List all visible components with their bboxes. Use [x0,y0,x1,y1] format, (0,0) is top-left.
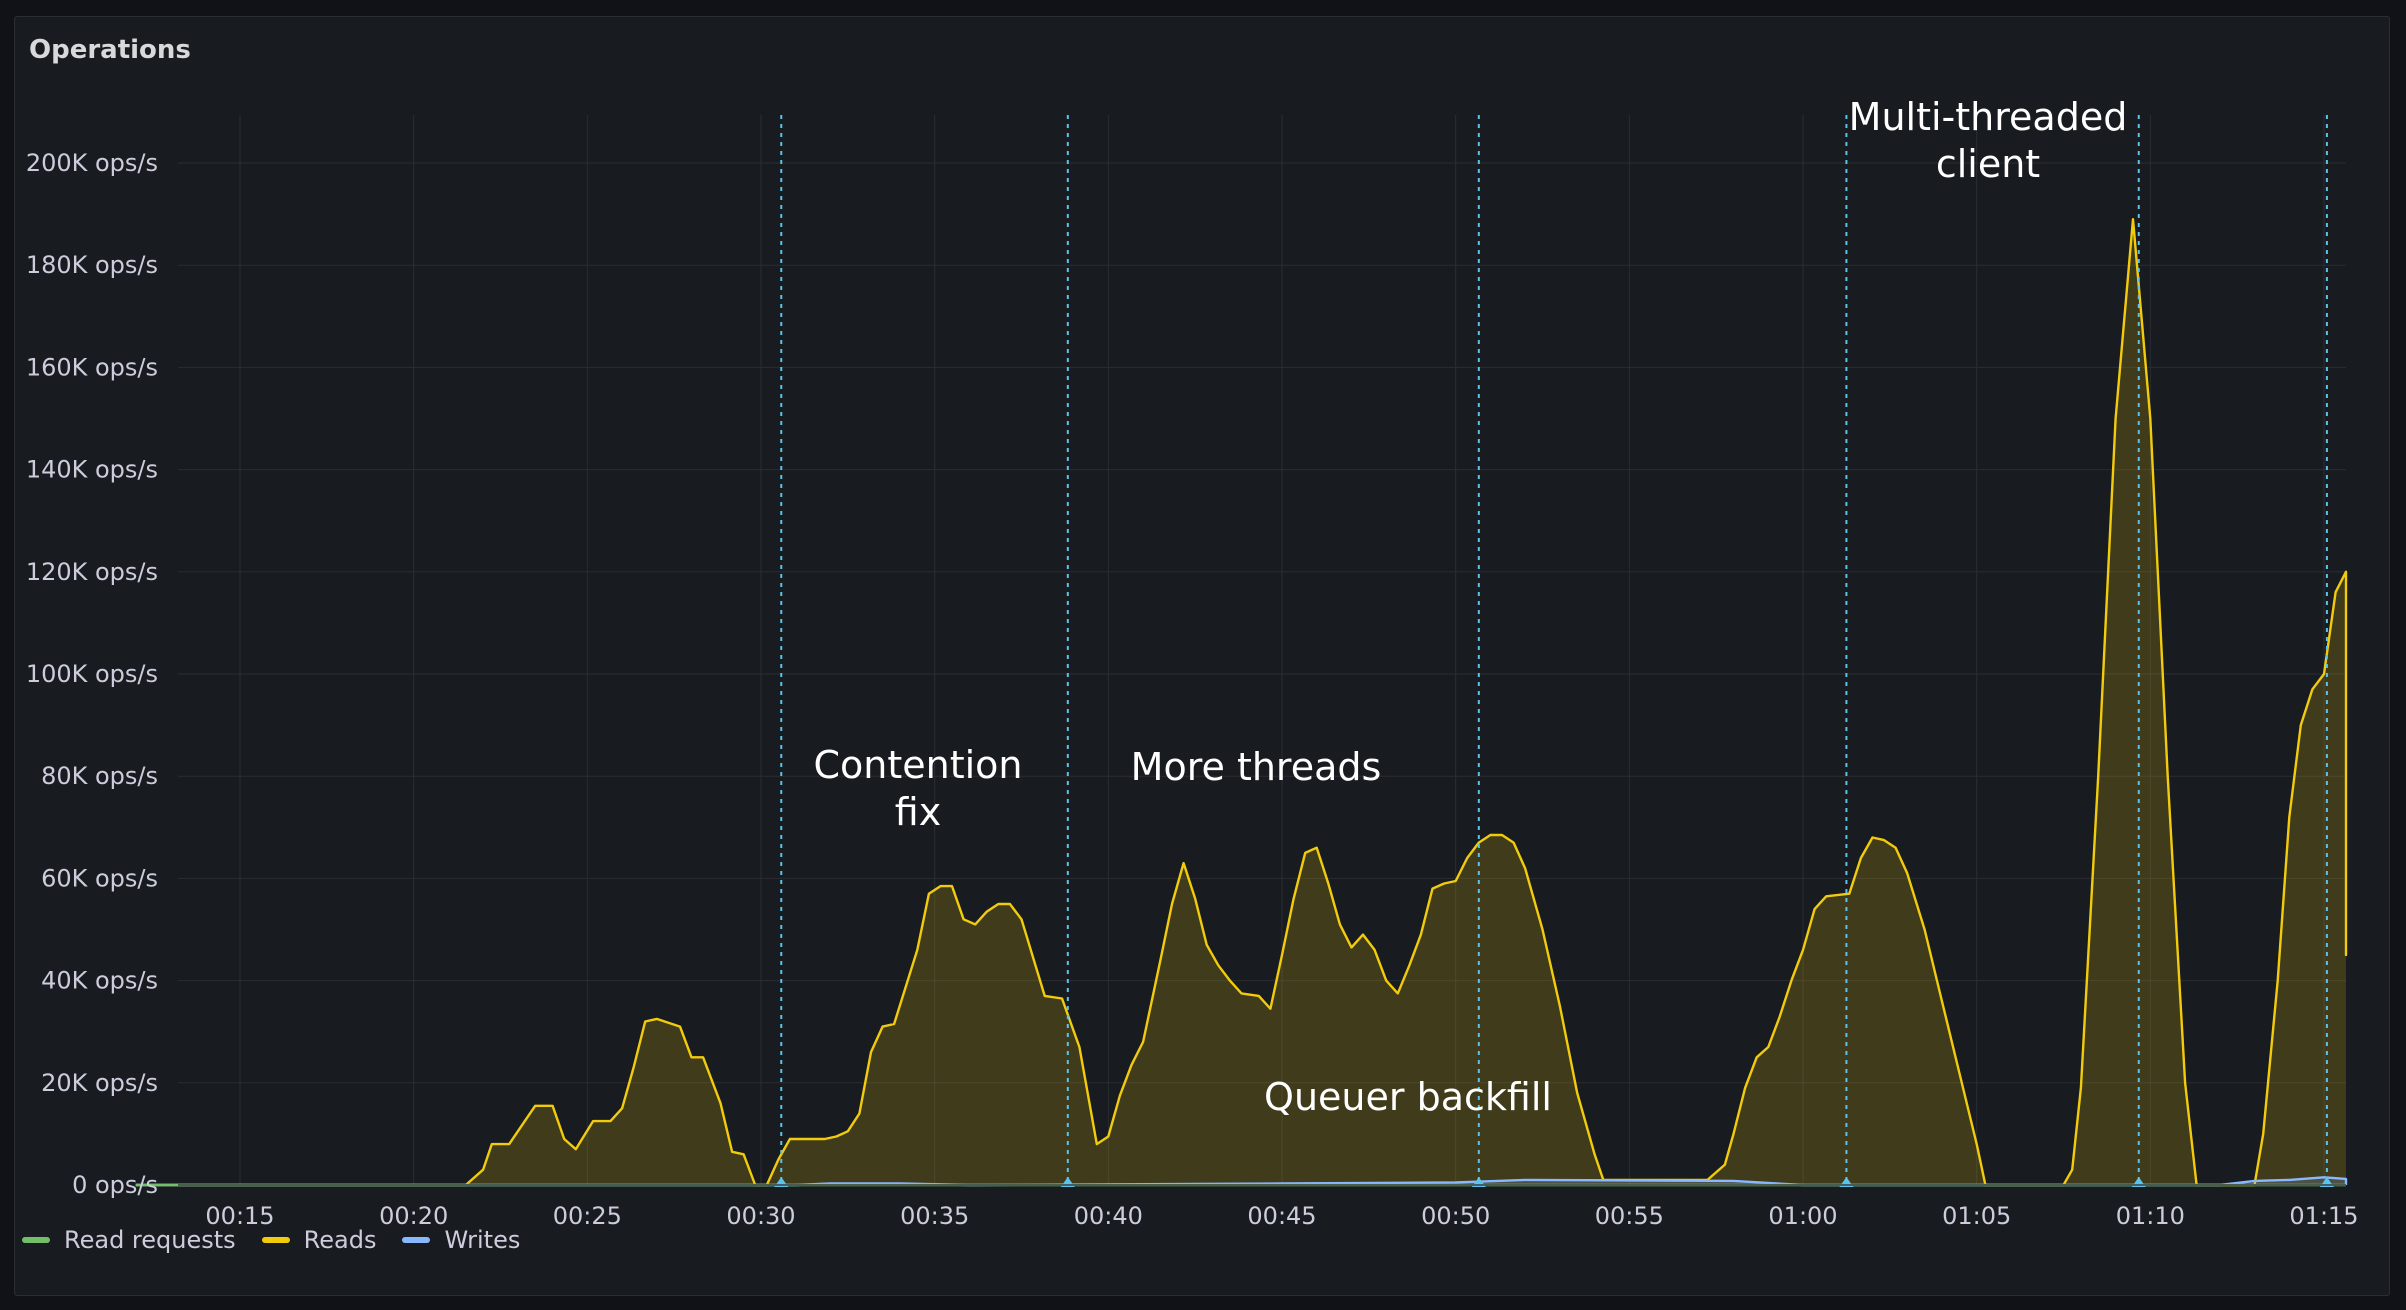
x-tick-label: 00:35 [900,1202,969,1230]
y-tick-label: 140K ops/s [26,456,158,484]
annotation-label: Contention fix [813,743,1022,834]
x-tick-label: 01:05 [1942,1202,2011,1230]
y-tick-label: 200K ops/s [26,149,158,177]
reads-swatch [261,1237,290,1243]
y-tick-label: 0 ops/s [72,1171,158,1199]
x-tick-label: 01:15 [2289,1202,2358,1230]
legend-label-read-requests: Read requests [64,1226,236,1254]
y-tick-label: 40K ops/s [41,967,158,995]
x-tick-label: 00:55 [1595,1202,1664,1230]
operations-chart[interactable]: 0 ops/s 20K ops/s 40K ops/s 60K ops/s 80K op… [0,0,2406,1310]
x-tick-label: 01:10 [2116,1202,2185,1230]
reads-area [135,219,2346,1185]
y-tick-label: 180K ops/s [26,251,158,279]
annotation-label: Queuer backfill [1264,1075,1552,1119]
y-tick-label: 100K ops/s [26,660,158,688]
x-tick-label: 00:50 [1421,1202,1490,1230]
x-tick-label: 00:30 [726,1202,795,1230]
annotation-label: Multi-threaded client [1849,95,2128,186]
x-tick-label: 00:25 [553,1202,622,1230]
writes-swatch [402,1237,431,1243]
legend: Read requests Reads Writes [22,1226,520,1254]
y-tick-label: 160K ops/s [26,353,158,381]
legend-item-writes[interactable]: Writes [402,1226,520,1254]
legend-label-writes: Writes [444,1226,521,1254]
x-tick-label: 00:40 [1074,1202,1143,1230]
legend-item-read-requests[interactable]: Read requests [22,1226,236,1254]
read-requests-swatch [22,1237,50,1243]
y-tick-label: 80K ops/s [41,762,158,790]
series-layer [135,218,2348,1187]
annotation-label: More threads [1131,745,1382,789]
legend-item-reads[interactable]: Reads [261,1226,377,1254]
y-tick-label: 120K ops/s [26,558,158,586]
y-tick-label: 60K ops/s [41,864,158,892]
y-tick-label: 20K ops/s [41,1069,158,1097]
legend-label-reads: Reads [303,1226,377,1254]
x-tick-label: 01:00 [1768,1202,1837,1230]
x-tick-label: 00:45 [1247,1202,1316,1230]
